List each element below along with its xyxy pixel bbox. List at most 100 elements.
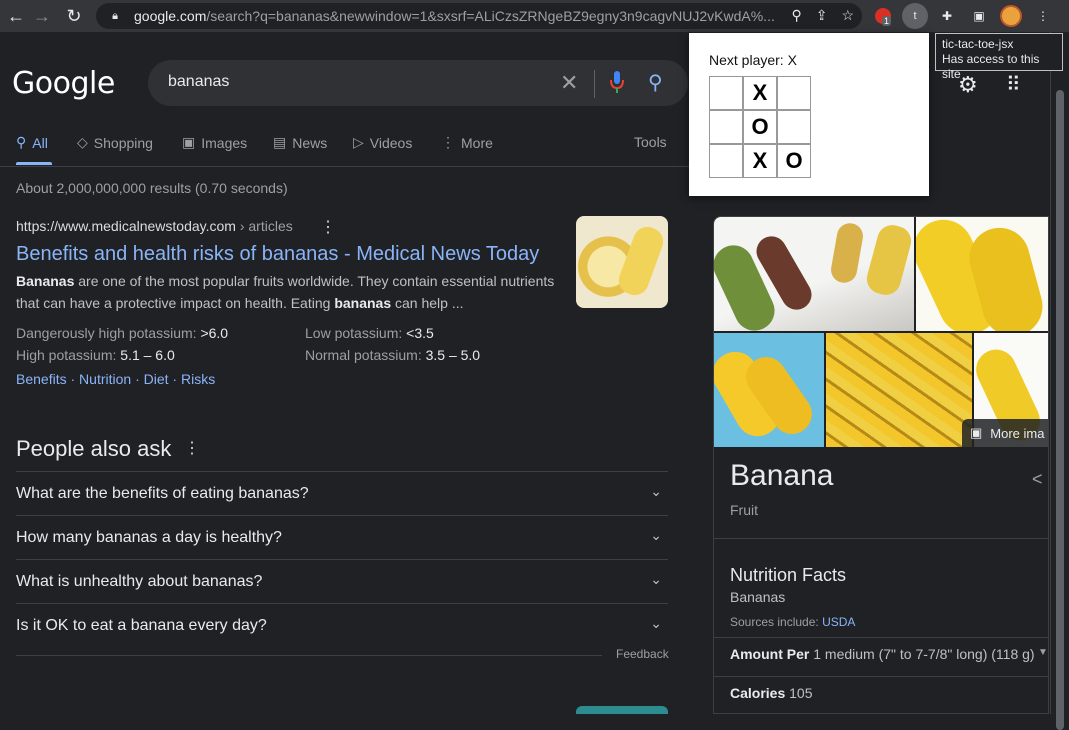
back-arrow-icon[interactable]: ← — [2, 2, 30, 30]
banana-image[interactable] — [916, 217, 1048, 331]
location-icon[interactable]: ⚲ — [791, 7, 801, 24]
tab-news[interactable]: ▤ News — [273, 134, 327, 151]
image-icon: ▣ — [970, 425, 983, 440]
paa-question-text: How many bananas a day is healthy? — [16, 529, 282, 546]
lock-icon[interactable]: 🔒︎ — [108, 9, 122, 23]
sitelinks: Benefits · Nutrition · Diet · Risks — [16, 371, 215, 387]
board-cell[interactable]: X — [743, 76, 777, 110]
extensions-puzzle-icon[interactable]: ✚ — [934, 3, 960, 29]
sources-label: Sources include: — [730, 615, 823, 629]
board-cell[interactable] — [777, 76, 811, 110]
search-box[interactable]: bananas ✕ ⚲ — [148, 60, 688, 106]
search-icon[interactable]: ⚲ — [648, 70, 663, 95]
side-panel-icon[interactable]: ▣ — [966, 3, 992, 29]
nutrition-food: Bananas — [730, 589, 786, 605]
result-breadcrumb: › articles — [235, 218, 293, 234]
snippet-text: can help ... — [391, 295, 464, 311]
reload-icon[interactable]: ↻ — [60, 2, 88, 30]
search-divider — [594, 70, 595, 98]
news-icon: ▤ — [273, 134, 287, 150]
panel-divider — [714, 538, 1048, 539]
sitelink-diet[interactable]: Diet — [144, 371, 169, 387]
sitelink-benefits[interactable]: Benefits — [16, 371, 67, 387]
paa-question-text: What is unhealthy about bananas? — [16, 573, 263, 590]
game-status: Next player: X — [709, 52, 797, 68]
usda-link[interactable]: USDA — [822, 615, 855, 629]
panel-divider — [714, 676, 1048, 677]
paa-menu-icon[interactable]: ⋮ — [184, 438, 200, 458]
board-cell[interactable]: X — [743, 144, 777, 178]
people-also-ask-heading: People also ask — [16, 436, 172, 461]
board-cell[interactable] — [777, 110, 811, 144]
tab-all[interactable]: ⚲ All — [16, 134, 48, 151]
board-cell[interactable] — [709, 76, 743, 110]
panel-divider — [714, 637, 1048, 638]
share-icon[interactable]: < — [1032, 469, 1043, 490]
tic-tac-toe-popup: Next player: X X O X O — [689, 33, 929, 196]
browser-toolbar: ← → ↻ 🔒︎ google.com/search?q=bananas&new… — [0, 0, 1069, 32]
search-small-icon: ⚲ — [16, 134, 27, 150]
tab-shopping[interactable]: ◇ Shopping — [77, 134, 153, 151]
forward-arrow-icon[interactable]: → — [28, 2, 56, 30]
video-icon: ▷ — [353, 134, 364, 150]
chevron-down-icon: ⌄ — [650, 527, 662, 543]
sitelink-risks[interactable]: Risks — [181, 371, 215, 387]
active-tab-indicator — [16, 162, 52, 165]
more-images-button[interactable]: ▣ More ima — [962, 419, 1048, 447]
paa-divider — [16, 655, 602, 656]
next-result-thumbnail[interactable] — [576, 706, 668, 714]
board-cell[interactable] — [709, 144, 743, 178]
profile-avatar[interactable] — [998, 3, 1024, 29]
share-icon[interactable]: ⇪ — [816, 7, 828, 24]
banana-image[interactable] — [714, 217, 914, 331]
search-tabs: ⚲ All ◇ Shopping ▣ Images ▤ News ▷ Videos ⋮ Mo… — [0, 132, 690, 166]
board-cell[interactable] — [709, 110, 743, 144]
feedback-link[interactable]: Feedback — [616, 647, 669, 661]
extension-badge: 1 — [882, 16, 892, 26]
snippet-text: are one of the most popular fruits world… — [16, 273, 555, 311]
address-bar[interactable]: 🔒︎ google.com/search?q=bananas&newwindow… — [96, 3, 862, 29]
sitelink-separator: · — [131, 371, 144, 387]
extension-tic-tac-toe-icon[interactable]: t — [902, 3, 928, 29]
page-scrollbar[interactable] — [1050, 32, 1069, 730]
scrollbar-thumb[interactable] — [1056, 90, 1064, 730]
browser-menu-icon[interactable]: ⋮ — [1030, 3, 1056, 29]
tools-button[interactable]: Tools — [634, 134, 667, 150]
search-query[interactable]: bananas — [168, 73, 229, 91]
extension-tooltip: tic-tac-toe-jsx Has access to this site — [935, 33, 1063, 81]
url-text[interactable]: google.com/search?q=bananas&newwindow=1&… — [134, 8, 774, 24]
result-url[interactable]: https://www.medicalnewstoday.com › artic… — [16, 218, 293, 234]
tab-more[interactable]: ⋮ More — [441, 134, 493, 151]
snippet-bold: Bananas — [16, 273, 75, 289]
google-logo[interactable]: Google — [12, 66, 115, 101]
result-menu-icon[interactable]: ⋮ — [320, 217, 336, 237]
dropdown-arrow-icon[interactable]: ▼ — [1038, 647, 1048, 658]
board-cell[interactable]: O — [777, 144, 811, 178]
sitelink-separator: · — [66, 371, 80, 387]
serving-size-select[interactable]: Amount Per 1 medium (7" to 7-7/8" long) … — [730, 646, 1035, 662]
paa-question[interactable]: What is unhealthy about bananas? ⌄ — [16, 559, 668, 603]
game-board: X O X O — [709, 76, 811, 178]
more-images-label: More ima — [990, 425, 1045, 441]
extension-red-icon[interactable]: 1 — [870, 3, 896, 29]
clear-search-icon[interactable]: ✕ — [560, 70, 578, 96]
tab-images[interactable]: ▣ Images — [182, 134, 247, 151]
result-title-link[interactable]: Benefits and health risks of bananas - M… — [16, 243, 539, 266]
banana-image[interactable] — [714, 333, 824, 447]
url-host: google.com — [134, 8, 207, 24]
paa-question[interactable]: What are the benefits of eating bananas?… — [16, 471, 668, 515]
paa-question-text: Is it OK to eat a banana every day? — [16, 617, 267, 634]
voice-search-icon[interactable] — [610, 70, 624, 94]
tab-videos[interactable]: ▷ Videos — [353, 134, 412, 151]
paa-question[interactable]: How many bananas a day is healthy? ⌄ — [16, 515, 668, 559]
result-thumbnail[interactable] — [576, 216, 668, 308]
sitelink-nutrition[interactable]: Nutrition — [79, 371, 131, 387]
banana-image[interactable] — [826, 333, 972, 447]
chevron-down-icon: ⌄ — [650, 615, 662, 631]
tabs-divider — [0, 166, 690, 167]
fact-label: Low potassium: — [305, 325, 407, 341]
star-bookmark-icon[interactable]: ☆ — [841, 7, 854, 24]
board-cell[interactable]: O — [743, 110, 777, 144]
fact-value: 3.5 – 5.0 — [425, 347, 481, 363]
paa-question[interactable]: Is it OK to eat a banana every day? ⌄ — [16, 603, 668, 647]
